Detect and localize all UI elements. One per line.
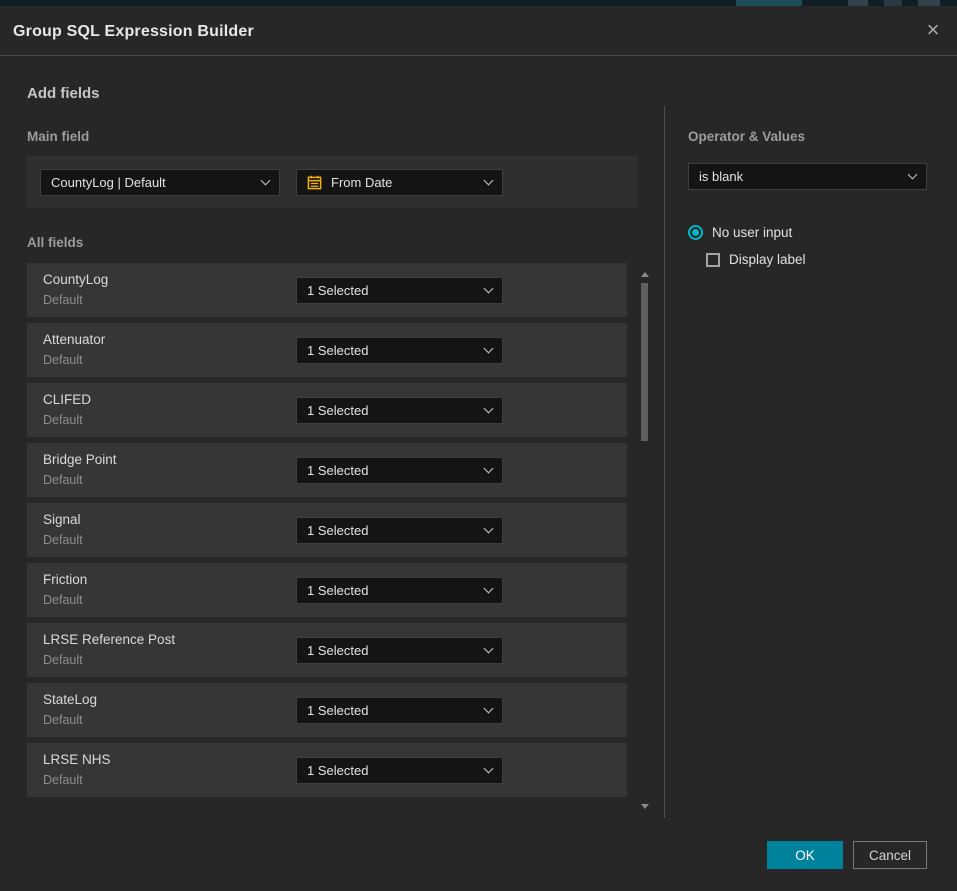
- field-row-countylog: CountyLog Default 1 Selected: [27, 263, 627, 317]
- field-selection-dropdown[interactable]: 1 Selected: [296, 277, 503, 304]
- field-name: Attenuator: [43, 332, 105, 347]
- field-sublabel: Default: [43, 773, 83, 787]
- display-label-checkbox[interactable]: Display label: [706, 252, 806, 267]
- field-selection-dropdown[interactable]: 1 Selected: [296, 577, 503, 604]
- field-sublabel: Default: [43, 593, 83, 607]
- operator-dropdown[interactable]: is blank: [688, 163, 927, 190]
- field-name: CountyLog: [43, 272, 108, 287]
- chevron-down-icon: [484, 284, 494, 294]
- field-row-friction: Friction Default 1 Selected: [27, 563, 627, 617]
- field-name: LRSE Reference Post: [43, 632, 175, 647]
- field-row-lrse-reference-post: LRSE Reference Post Default 1 Selected: [27, 623, 627, 677]
- field-name: CLIFED: [43, 392, 91, 407]
- field-name: Signal: [43, 512, 81, 527]
- chevron-down-icon: [908, 170, 918, 180]
- scrollbar-up-icon[interactable]: [641, 272, 649, 277]
- ok-button[interactable]: OK: [767, 841, 843, 869]
- close-icon[interactable]: ×: [920, 18, 946, 44]
- chevron-down-icon: [261, 176, 271, 186]
- field-name: StateLog: [43, 692, 97, 707]
- chevron-down-icon: [484, 464, 494, 474]
- field-sublabel: Default: [43, 653, 83, 667]
- chevron-down-icon: [484, 176, 494, 186]
- field-selection-dropdown[interactable]: 1 Selected: [296, 397, 503, 424]
- field-selection-value: 1 Selected: [307, 523, 477, 538]
- scrollbar-down-icon[interactable]: [641, 804, 649, 809]
- field-sublabel: Default: [43, 713, 83, 727]
- field-row-clifed: CLIFED Default 1 Selected: [27, 383, 627, 437]
- group-sql-expression-builder-dialog: Group SQL Expression Builder × Add field…: [0, 6, 957, 891]
- field-sublabel: Default: [43, 473, 83, 487]
- main-layer-dropdown-value: CountyLog | Default: [51, 175, 254, 190]
- field-selection-dropdown[interactable]: 1 Selected: [296, 697, 503, 724]
- field-selection-value: 1 Selected: [307, 583, 477, 598]
- scrollbar-thumb[interactable]: [641, 283, 648, 441]
- column-divider: [664, 106, 665, 818]
- field-selection-value: 1 Selected: [307, 703, 477, 718]
- operator-values-label: Operator & Values: [688, 129, 805, 144]
- chevron-down-icon: [484, 524, 494, 534]
- main-field-dropdown-value: From Date: [331, 175, 477, 190]
- header-divider: [0, 55, 957, 56]
- field-selection-value: 1 Selected: [307, 283, 477, 298]
- dialog-title: Group SQL Expression Builder: [13, 23, 254, 41]
- all-fields-label: All fields: [27, 235, 83, 250]
- field-selection-value: 1 Selected: [307, 763, 477, 778]
- chevron-down-icon: [484, 584, 494, 594]
- field-selection-dropdown[interactable]: 1 Selected: [296, 457, 503, 484]
- field-row-statelog: StateLog Default 1 Selected: [27, 683, 627, 737]
- chevron-down-icon: [484, 644, 494, 654]
- no-user-input-radio[interactable]: No user input: [688, 225, 792, 240]
- chevron-down-icon: [484, 704, 494, 714]
- main-field-panel: CountyLog | Default From Date: [27, 156, 638, 208]
- field-sublabel: Default: [43, 293, 83, 307]
- field-selection-dropdown[interactable]: 1 Selected: [296, 517, 503, 544]
- main-layer-dropdown[interactable]: CountyLog | Default: [40, 169, 280, 196]
- operator-dropdown-value: is blank: [699, 169, 901, 184]
- field-selection-value: 1 Selected: [307, 643, 477, 658]
- field-row-signal: Signal Default 1 Selected: [27, 503, 627, 557]
- main-field-dropdown[interactable]: From Date: [296, 169, 503, 196]
- field-selection-value: 1 Selected: [307, 463, 477, 478]
- field-name: Bridge Point: [43, 452, 117, 467]
- field-sublabel: Default: [43, 533, 83, 547]
- field-row-lrse-nhs: LRSE NHS Default 1 Selected: [27, 743, 627, 797]
- display-label-text: Display label: [729, 252, 806, 267]
- no-user-input-label: No user input: [712, 225, 792, 240]
- field-selection-dropdown[interactable]: 1 Selected: [296, 757, 503, 784]
- add-fields-heading: Add fields: [27, 85, 100, 102]
- main-field-label: Main field: [27, 129, 89, 144]
- field-row-attenuator: Attenuator Default 1 Selected: [27, 323, 627, 377]
- field-name: LRSE NHS: [43, 752, 111, 767]
- field-selection-dropdown[interactable]: 1 Selected: [296, 337, 503, 364]
- field-selection-value: 1 Selected: [307, 343, 477, 358]
- radio-selected-icon: [688, 225, 703, 240]
- field-selection-value: 1 Selected: [307, 403, 477, 418]
- chevron-down-icon: [484, 764, 494, 774]
- chevron-down-icon: [484, 404, 494, 414]
- checkbox-unchecked-icon: [706, 253, 720, 267]
- field-row-bridge-point: Bridge Point Default 1 Selected: [27, 443, 627, 497]
- calendar-icon: [307, 175, 322, 190]
- field-sublabel: Default: [43, 413, 83, 427]
- field-name: Friction: [43, 572, 87, 587]
- cancel-button[interactable]: Cancel: [853, 841, 927, 869]
- field-selection-dropdown[interactable]: 1 Selected: [296, 637, 503, 664]
- field-sublabel: Default: [43, 353, 83, 367]
- chevron-down-icon: [484, 344, 494, 354]
